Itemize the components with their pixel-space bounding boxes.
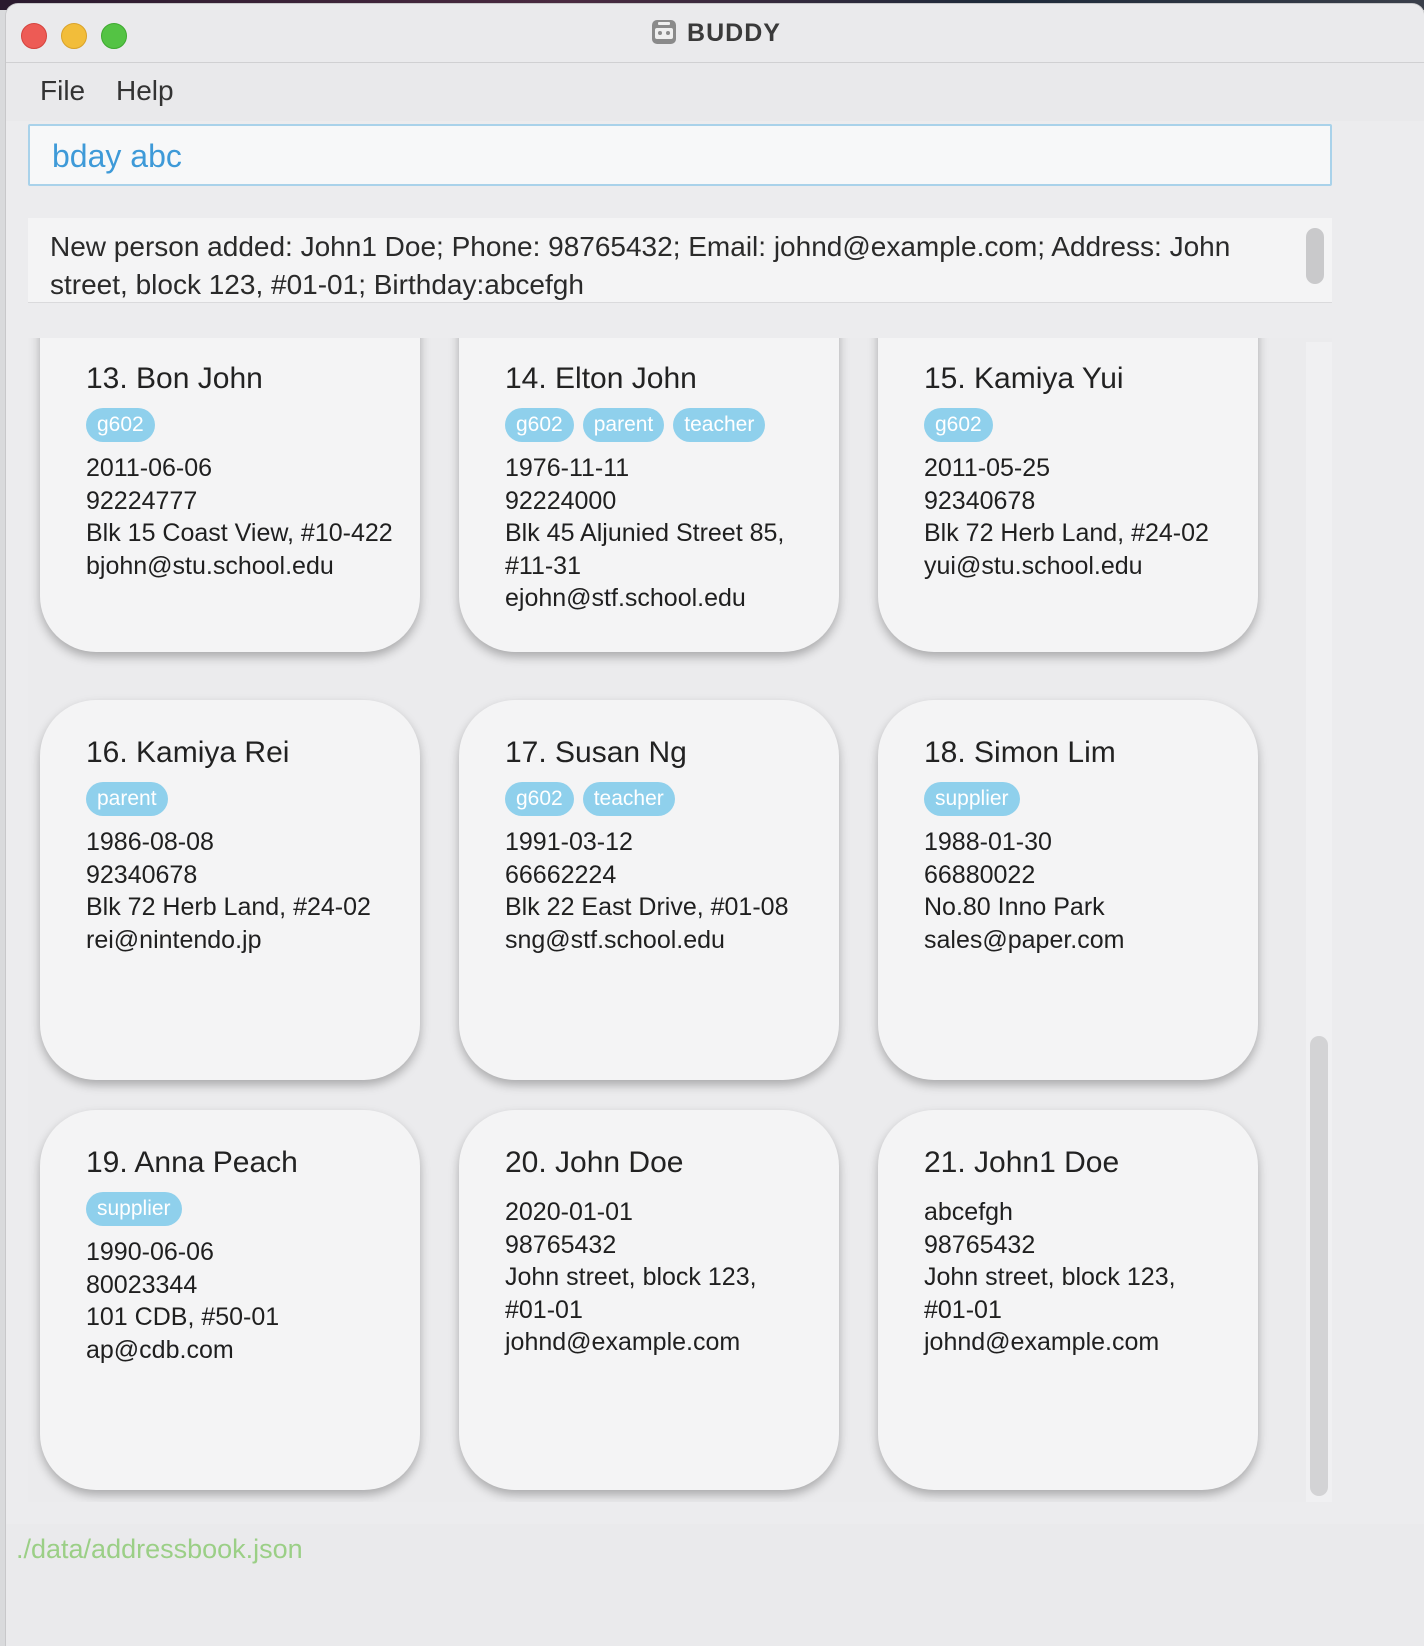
person-name: 20. John Doe bbox=[505, 1146, 684, 1179]
person-detail: 1991-03-12 bbox=[505, 828, 633, 856]
person-detail: 98765432 bbox=[505, 1230, 617, 1259]
person-tags: g602 bbox=[924, 408, 1258, 446]
person-card[interactable]: 18. Simon Lim supplier 1988-01-30 66880022 N… bbox=[878, 700, 1258, 1080]
person-detail: 92224777 bbox=[86, 486, 198, 515]
status-bar: ./data/addressbook.json bbox=[6, 1524, 1424, 1646]
person-card[interactable]: 20. John Doe 2020-01-01 98765432 John stree… bbox=[459, 1110, 839, 1490]
person-tags: g602 parent teacher bbox=[505, 408, 839, 446]
person-detail: 92340678 bbox=[924, 486, 1036, 515]
result-message: New person added: John1 Doe; Phone: 9876… bbox=[50, 231, 1231, 300]
command-input[interactable] bbox=[50, 136, 1294, 176]
result-scrollbar[interactable] bbox=[1306, 228, 1324, 284]
person-tag: supplier bbox=[86, 1192, 182, 1226]
person-detail: rei@nintendo.jp bbox=[86, 925, 262, 954]
person-detail: sales@paper.com bbox=[924, 925, 1125, 954]
person-detail: 2011-05-25 bbox=[924, 454, 1051, 482]
menu-file[interactable]: File bbox=[40, 75, 85, 107]
person-tag: g602 bbox=[86, 408, 155, 442]
person-detail: johnd@example.com bbox=[505, 1328, 741, 1356]
person-detail: ejohn@stf.school.edu bbox=[505, 584, 746, 612]
person-name: 17. Susan Ng bbox=[505, 736, 687, 769]
person-tags: supplier bbox=[924, 782, 1258, 820]
person-card[interactable]: 15. Kamiya Yui g602 2011-05-25 92340678 Blk … bbox=[878, 338, 1258, 652]
app-window: BUDDY File Help New person added: John1 … bbox=[6, 4, 1424, 1646]
command-box[interactable] bbox=[28, 124, 1332, 186]
window-title: BUDDY bbox=[687, 19, 781, 47]
person-name: 13. Bon John bbox=[86, 362, 263, 395]
person-tag: parent bbox=[86, 782, 168, 816]
person-detail: 98765432 bbox=[924, 1230, 1036, 1259]
buddy-app-icon bbox=[652, 20, 677, 44]
person-detail: johnd@example.com bbox=[924, 1328, 1160, 1356]
person-detail: sng@stf.school.edu bbox=[505, 925, 725, 954]
person-card[interactable]: 19. Anna Peach supplier 1990-06-06 80023344… bbox=[40, 1110, 420, 1490]
person-tag: parent bbox=[582, 408, 665, 442]
person-list-scrollbar-thumb[interactable] bbox=[1310, 1036, 1328, 1496]
person-detail: #11-31 bbox=[505, 551, 581, 580]
person-detail: yui@stu.school.edu bbox=[924, 551, 1143, 580]
person-tag: supplier bbox=[924, 782, 1020, 816]
person-tags: parent bbox=[86, 782, 420, 820]
title-bar: BUDDY bbox=[6, 4, 1424, 63]
person-name: 18. Simon Lim bbox=[924, 736, 1116, 769]
person-detail: Blk 15 Coast View, #10-422 bbox=[86, 519, 393, 547]
person-name: 19. Anna Peach bbox=[86, 1146, 298, 1179]
person-detail: abcefgh bbox=[924, 1198, 1013, 1226]
person-detail: Blk 72 Herb Land, #24-02 bbox=[924, 519, 1209, 547]
menu-help[interactable]: Help bbox=[116, 75, 174, 107]
person-card[interactable]: 21. John1 Doe abcefgh 98765432 John street,… bbox=[878, 1110, 1258, 1490]
person-tags: g602 bbox=[86, 408, 420, 446]
person-card[interactable]: 16. Kamiya Rei parent 1986-08-08 92340678 Bl… bbox=[40, 700, 420, 1080]
person-card[interactable]: 17. Susan Ng g602 teacher 1991-03-12 6666222… bbox=[459, 700, 839, 1080]
person-detail: 80023344 bbox=[86, 1270, 198, 1299]
person-detail: ap@cdb.com bbox=[86, 1335, 234, 1364]
person-detail: 1986-08-08 bbox=[86, 828, 214, 856]
person-detail: 2011-06-06 bbox=[86, 454, 213, 482]
window-title-wrap: BUDDY bbox=[6, 18, 1424, 48]
person-detail: 1990-06-06 bbox=[86, 1238, 214, 1266]
person-detail: 2020-01-01 bbox=[505, 1198, 633, 1226]
person-name: 16. Kamiya Rei bbox=[86, 736, 290, 769]
person-card[interactable]: 14. Elton John g602 parent teacher 1976-11-1… bbox=[459, 338, 839, 652]
person-detail: 66880022 bbox=[924, 860, 1036, 889]
person-detail: 66662224 bbox=[505, 860, 617, 889]
person-tags: supplier bbox=[86, 1192, 420, 1230]
person-tags: g602 teacher bbox=[505, 782, 839, 820]
menu-bar: File Help bbox=[6, 63, 1424, 121]
person-detail: John street, block 123, bbox=[505, 1263, 757, 1291]
person-tag: g602 bbox=[505, 782, 574, 816]
person-detail: Blk 45 Aljunied Street 85, bbox=[505, 519, 785, 547]
person-detail: #01-01 bbox=[505, 1295, 583, 1324]
person-detail: 101 CDB, #50-01 bbox=[86, 1303, 280, 1331]
person-tag: teacher bbox=[582, 782, 675, 816]
person-name: 14. Elton John bbox=[505, 362, 697, 395]
person-name: 21. John1 Doe bbox=[924, 1146, 1120, 1179]
person-tag: g602 bbox=[924, 408, 993, 442]
person-card[interactable]: 13. Bon John g602 2011-06-06 92224777 Blk 15… bbox=[40, 338, 420, 652]
person-detail: 92340678 bbox=[86, 860, 198, 889]
data-file-path: ./data/addressbook.json bbox=[16, 1534, 303, 1564]
person-detail: 1976-11-11 bbox=[505, 454, 630, 482]
person-detail: 92224000 bbox=[505, 486, 617, 515]
person-detail: 1988-01-30 bbox=[924, 828, 1052, 856]
person-tag: teacher bbox=[673, 408, 766, 442]
person-detail: #01-01 bbox=[924, 1295, 1002, 1324]
person-detail: bjohn@stu.school.edu bbox=[86, 551, 334, 580]
person-detail: Blk 22 East Drive, #01-08 bbox=[505, 893, 789, 921]
person-list[interactable]: 13. Bon John g602 2011-06-06 92224777 Blk 15… bbox=[28, 338, 1332, 1502]
person-detail: Blk 72 Herb Land, #24-02 bbox=[86, 893, 371, 921]
person-detail: No.80 Inno Park bbox=[924, 893, 1105, 921]
result-display: New person added: John1 Doe; Phone: 9876… bbox=[28, 218, 1332, 303]
person-tag: g602 bbox=[505, 408, 574, 442]
person-detail: John street, block 123, bbox=[924, 1263, 1176, 1291]
person-name: 15. Kamiya Yui bbox=[924, 362, 1124, 395]
